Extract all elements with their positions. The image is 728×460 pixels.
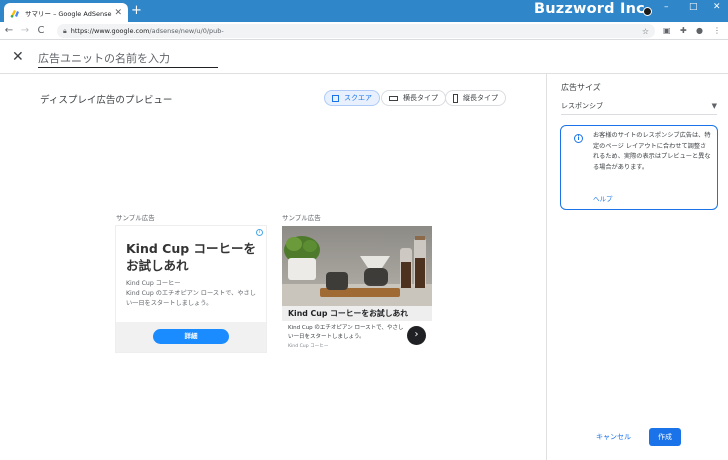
create-button[interactable]: 作成 — [649, 428, 681, 446]
ad-size-title: 広告サイズ — [561, 83, 601, 92]
browser-menu-icon[interactable]: ⋮ — [713, 26, 721, 35]
lock-icon: 🔒︎ — [63, 26, 67, 35]
maximize-button[interactable]: □ — [689, 2, 698, 12]
ad-size-value: レスポンシブ — [561, 102, 603, 110]
horizontal-shape-icon — [389, 95, 398, 101]
shape-option-label: スクエア — [344, 94, 372, 102]
adchoices-icon[interactable]: i — [256, 229, 263, 236]
shape-option-horizontal[interactable]: 横長タイプ — [381, 90, 446, 106]
shape-option-square[interactable]: スクエア — [324, 90, 380, 106]
ad-description: Kind Cup のエチオピアン ローストで、やさしい一日をスタートしましょう。 — [288, 325, 404, 340]
sample-ad-square: i Kind Cup コーヒーを お試しあれ Kind Cup コーヒー Kin… — [116, 226, 266, 352]
url-text: https://www.google.com/adsense/new/u/0/p… — [70, 27, 224, 35]
forward-button[interactable]: → — [18, 25, 32, 36]
shape-option-label: 縦長タイプ — [463, 94, 498, 102]
puzzle-extensions-icon[interactable]: ✚ — [680, 26, 687, 35]
shape-option-label: 横長タイプ — [403, 94, 438, 102]
new-tab-button[interactable]: + — [131, 4, 142, 18]
address-bar[interactable]: 🔒︎ https://www.google.com/adsense/new/u/… — [57, 24, 655, 38]
preview-title: ディスプレイ広告のプレビュー — [40, 95, 173, 106]
extension-icon[interactable]: ▣ — [663, 26, 671, 35]
info-icon: i — [574, 134, 583, 143]
ad-unit-name-input[interactable] — [38, 50, 218, 68]
ad-advertiser: Kind Cup コーヒー — [288, 344, 329, 349]
browser-tab[interactable]: サマリー – Google AdSense ✕ — [4, 3, 128, 22]
close-icon[interactable]: ✕ — [12, 49, 24, 65]
account-icon[interactable]: ● — [696, 26, 703, 35]
vertical-shape-icon — [453, 93, 458, 103]
ad-next-arrow-icon[interactable]: › — [407, 326, 426, 345]
browser-titlebar: サマリー – Google AdSense ✕ + Buzzword Inc. … — [0, 0, 728, 22]
brand-watermark: Buzzword Inc. — [534, 1, 651, 17]
minimize-button[interactable]: – — [664, 2, 669, 12]
sample-ad-label: サンプル広告 — [282, 214, 321, 222]
browser-toolbar: ← → C 🔒︎ https://www.google.com/adsense/… — [0, 22, 728, 40]
shape-option-vertical[interactable]: 縦長タイプ — [445, 90, 506, 106]
ad-advertiser: Kind Cup コーヒー — [126, 280, 181, 287]
sample-ad-label: サンプル広告 — [116, 214, 155, 222]
tab-title: サマリー – Google AdSense — [25, 9, 112, 18]
ad-size-panel: 広告サイズ レスポンシブ ▼ i お客様のサイトのレスポンシブ広告は、特定のペー… — [546, 74, 728, 460]
profile-avatar-icon[interactable] — [643, 7, 652, 16]
dropdown-caret-icon: ▼ — [711, 102, 717, 110]
back-button[interactable]: ← — [2, 25, 16, 36]
ad-details-button[interactable]: 詳細 — [153, 329, 229, 344]
reload-button[interactable]: C — [34, 25, 48, 36]
square-shape-icon — [332, 94, 339, 102]
help-link[interactable]: ヘルプ — [593, 193, 613, 203]
responsive-info-box: i お客様のサイトのレスポンシブ広告は、特定のページ レイアウトに合わせて調整さ… — [560, 125, 718, 210]
cancel-button[interactable]: キャンセル — [596, 432, 631, 442]
window-close-button[interactable]: ✕ — [713, 2, 721, 12]
bookmark-star-icon[interactable]: ☆ — [642, 27, 649, 36]
tab-close-icon[interactable]: ✕ — [114, 8, 122, 18]
ad-description: Kind Cup のエチオピアン ローストで、やさしい一日をスタートしましょう。 — [126, 290, 256, 307]
ad-unit-header: ✕ — [0, 40, 728, 74]
coffee-photo-image — [282, 226, 432, 306]
ad-footer: 詳細 — [116, 322, 266, 352]
adsense-logo-icon — [10, 9, 19, 18]
ad-headline: Kind Cup コーヒーをお試しあれ — [282, 306, 432, 321]
ad-size-select[interactable]: レスポンシブ ▼ — [561, 99, 717, 115]
info-text: お客様のサイトのレスポンシブ広告は、特定のページ レイアウトに合わせて調整される… — [593, 132, 711, 171]
ad-headline: Kind Cup コーヒーを お試しあれ — [126, 241, 257, 273]
